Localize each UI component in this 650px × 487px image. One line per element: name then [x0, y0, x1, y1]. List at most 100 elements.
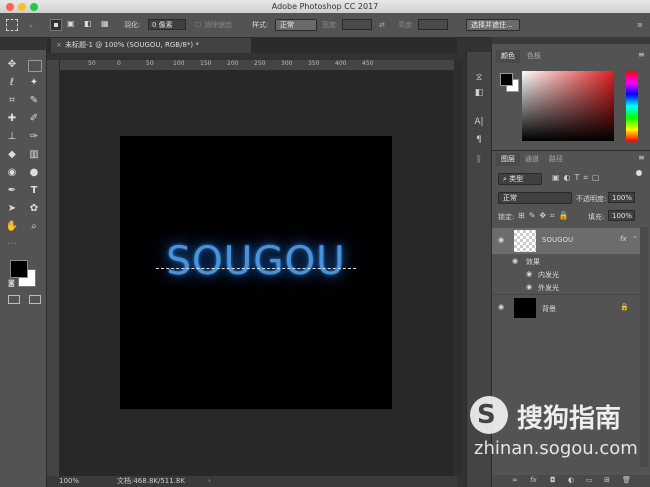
paragraph-panel-icon[interactable]: ¶	[473, 134, 485, 146]
filter-toggle-icon[interactable]	[636, 170, 642, 176]
history-brush-icon[interactable]: ✑	[25, 130, 43, 144]
height-input[interactable]	[418, 19, 448, 30]
magic-wand-icon[interactable]: ✦	[25, 76, 43, 90]
add-mask-icon[interactable]: ◘	[550, 476, 556, 484]
eye-icon[interactable]: ◉	[512, 257, 518, 265]
clone-stamp-icon[interactable]: ⊥	[3, 130, 21, 144]
new-group-icon[interactable]: ▭	[586, 476, 593, 484]
panel-divider	[492, 150, 650, 151]
tab-swatches[interactable]: 色板	[522, 50, 546, 63]
hue-slider[interactable]	[626, 71, 638, 141]
add-style-icon[interactable]: fx	[530, 476, 537, 484]
color-field[interactable]	[522, 71, 614, 141]
crop-tool-icon[interactable]: ⌗	[3, 94, 21, 108]
width-input[interactable]	[342, 19, 372, 30]
dodge-tool-icon[interactable]: ●	[25, 166, 43, 180]
tab-layers[interactable]: 图层	[496, 153, 520, 166]
glyphs-panel-icon[interactable]: ᚱ	[473, 154, 485, 166]
new-layer-icon[interactable]: ⊞	[604, 476, 610, 484]
properties-panel-icon[interactable]: ◧	[473, 87, 485, 99]
add-to-selection-button[interactable]: ▣	[67, 19, 79, 31]
tab-paths[interactable]: 路径	[544, 153, 568, 166]
status-menu-icon[interactable]: ›	[208, 476, 211, 487]
eye-icon[interactable]: ◉	[526, 283, 532, 291]
layer-name[interactable]: SOUGOU	[542, 236, 573, 244]
fill-input[interactable]: 100%	[608, 210, 635, 221]
tab-color[interactable]: 颜色	[496, 50, 520, 63]
screen-mode-icon[interactable]	[29, 295, 41, 304]
eye-icon[interactable]: ◉	[498, 236, 504, 244]
close-tab-icon[interactable]: ×	[56, 38, 62, 53]
style-select[interactable]: 正常	[275, 19, 317, 31]
feather-input[interactable]: 0 像素	[148, 19, 186, 30]
ruler-mark: 0	[117, 60, 121, 67]
more-tools-icon[interactable]: ···	[3, 238, 21, 252]
document-tab-title: 未标题-1 @ 100% (SOUGOU, RGB/8*) *	[65, 41, 199, 49]
ruler-mark: 100	[173, 60, 185, 67]
eye-icon[interactable]: ◉	[498, 303, 504, 311]
link-layers-icon[interactable]: ∞	[512, 476, 518, 484]
foreground-color-swatch[interactable]	[10, 260, 28, 278]
adjustment-layer-icon[interactable]: ◐	[568, 476, 574, 484]
zoom-level[interactable]: 100%	[59, 476, 79, 487]
history-panel-icon[interactable]: ⧖	[473, 72, 485, 84]
brush-tool-icon[interactable]: ✐	[25, 112, 43, 126]
watermark-brand: 搜狗指南	[517, 404, 622, 434]
chevron-down-icon[interactable]: ⌄	[28, 19, 34, 31]
tab-channels[interactable]: 通道	[520, 153, 544, 166]
lasso-tool-icon[interactable]: ℓ	[3, 76, 21, 90]
zoom-tool-icon[interactable]: ⌕	[25, 220, 43, 234]
filter-kind-select[interactable]: ⌕ 类型	[498, 173, 542, 185]
pen-tool-icon[interactable]: ✒	[3, 184, 21, 198]
select-and-mask-button[interactable]: 选择并遮住...	[466, 19, 520, 31]
height-label: 高度:	[398, 21, 415, 29]
effect-row-outer-glow[interactable]: ◉ 外发光	[492, 281, 640, 294]
default-colors-icon[interactable]: ◙	[8, 279, 15, 287]
healing-brush-icon[interactable]: ✚	[3, 112, 21, 126]
workspace-menu-icon[interactable]: ≡	[637, 19, 643, 31]
marquee-tool-icon[interactable]	[28, 60, 42, 72]
new-selection-button[interactable]	[50, 19, 62, 31]
vertical-scrollbar[interactable]	[454, 60, 462, 476]
intersect-selection-button[interactable]: ▦	[101, 19, 113, 31]
layer-row-sougou[interactable]: ◉ SOUGOU fx ⌃	[492, 228, 640, 254]
hand-tool-icon[interactable]: ✋	[3, 220, 21, 234]
eraser-tool-icon[interactable]: ◆	[3, 148, 21, 162]
opacity-input[interactable]: 100%	[608, 192, 635, 203]
swap-dimensions-icon[interactable]: ⇄	[379, 19, 385, 31]
panel-foreground-swatch[interactable]	[500, 73, 513, 86]
layer-fx-icon[interactable]: fx	[620, 235, 627, 243]
layers-scrollbar[interactable]	[640, 227, 648, 467]
custom-shape-icon[interactable]: ✿	[25, 202, 43, 216]
subtract-selection-button[interactable]: ◧	[84, 19, 96, 31]
filter-icons[interactable]: ▣◐T⌗▢	[552, 173, 604, 183]
lock-icons[interactable]: ⊞✎✥⌗🔒	[518, 211, 573, 221]
panel-collapse-bar[interactable]	[492, 37, 650, 44]
marquee-preset-icon[interactable]	[6, 19, 18, 31]
layers-panel-menu-icon[interactable]: ≡	[638, 153, 645, 162]
document-tab[interactable]: × 未标题-1 @ 100% (SOUGOU, RGB/8*) *	[51, 38, 251, 53]
eyedropper-icon[interactable]: ✎	[25, 94, 43, 108]
canvas-glow-text[interactable]: SOUGOU	[120, 239, 392, 284]
effects-row[interactable]: ◉ 效果	[492, 255, 640, 268]
quick-mask-icon[interactable]	[8, 295, 20, 304]
type-tool-icon[interactable]: T	[25, 184, 43, 198]
path-selection-icon[interactable]: ➤	[3, 202, 21, 216]
color-panel-menu-icon[interactable]: ≡	[638, 50, 645, 59]
effect-row-inner-glow[interactable]: ◉ 内发光	[492, 268, 640, 281]
collapse-effects-icon[interactable]: ⌃	[632, 235, 638, 243]
move-tool-icon[interactable]: ✥	[3, 58, 21, 72]
delete-layer-icon[interactable]: 🗑	[622, 476, 631, 484]
feather-label: 羽化:	[124, 21, 141, 29]
ruler-mark: 50	[88, 60, 96, 67]
blur-tool-icon[interactable]: ◉	[3, 166, 21, 180]
layer-row-background[interactable]: ◉ 背景 🔒	[492, 294, 640, 321]
layer-name[interactable]: 背景	[542, 304, 556, 314]
eye-icon[interactable]: ◉	[526, 270, 532, 278]
gradient-tool-icon[interactable]: ▥	[25, 148, 43, 162]
character-panel-icon[interactable]: A|	[473, 116, 485, 128]
antialias-checkbox[interactable]: ☐	[195, 19, 201, 31]
canvas[interactable]: SOUGOU	[120, 136, 392, 409]
blend-mode-select[interactable]: 正常	[498, 192, 572, 204]
window-title: Adobe Photoshop CC 2017	[271, 2, 379, 11]
